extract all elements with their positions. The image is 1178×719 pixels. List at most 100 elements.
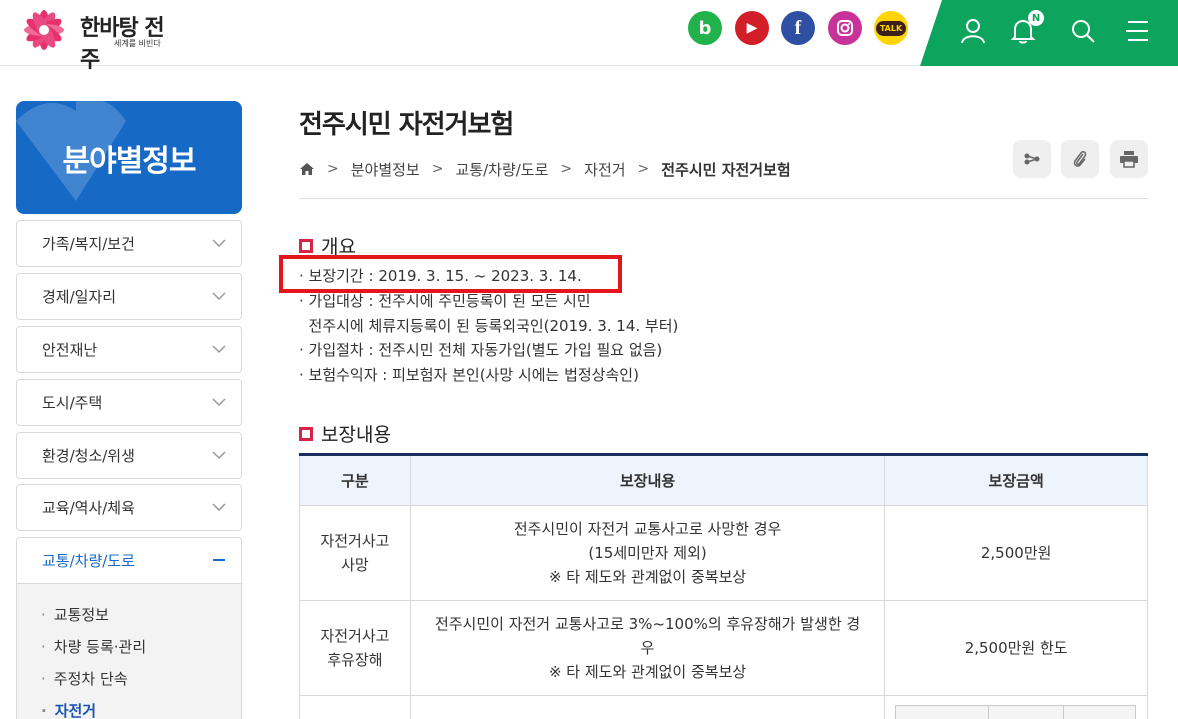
- category-cell: 자전거사고 후유장해: [299, 600, 411, 696]
- sidebar-title-box: 분야별정보: [16, 101, 242, 214]
- chevron-down-icon: [212, 398, 226, 407]
- blog-icon[interactable]: b: [688, 11, 722, 45]
- info-line-procedure: · 가입절차 : 전주시민 전체 자동가입(별도 가입 필요 없음): [299, 341, 663, 359]
- sidebar-item-label: 경제/일자리: [42, 288, 117, 306]
- table-header-row: 구분 보장내용 보장금액: [299, 453, 1148, 506]
- submenu-item-label: 자전거: [54, 702, 97, 719]
- sidebar-item-label: 교통/차량/도로: [42, 552, 135, 570]
- section-title-coverage: 보장내용: [299, 420, 391, 447]
- home-icon[interactable]: [299, 161, 315, 177]
- content-cell: [409, 695, 886, 719]
- breadcrumb: > 분야별정보 > 교통/차량/도로 > 자전거 > 전주시민 자전거보험: [299, 158, 791, 180]
- chevron-down-icon: [212, 239, 226, 248]
- cell-line: 자전거사고: [320, 532, 390, 550]
- breadcrumb-item[interactable]: 분야별정보: [351, 159, 420, 180]
- cell-line: 전주시민이 자전거 교통사고로 3%~100%의 후유장해가 발생한 경: [434, 615, 861, 633]
- table-row: 자전거사고 후유장해 전주시민이 자전거 교통사고로 3%~100%의 후유장해…: [299, 600, 1148, 696]
- chevron-down-icon: [212, 503, 226, 512]
- nested-table-divider: [988, 706, 989, 719]
- sidebar-title: 분야별정보: [62, 143, 197, 179]
- breadcrumb-separator: >: [431, 161, 444, 177]
- sidebar-item-family-welfare[interactable]: 가족/복지/보건: [16, 220, 242, 267]
- sidebar-item-economy-jobs[interactable]: 경제/일자리: [16, 273, 242, 320]
- content-cell: 전주시민이 자전거 교통사고로 3%~100%의 후유장해가 발생한 경 우 ※…: [409, 600, 886, 696]
- cell-line: 자전거사고: [320, 627, 390, 645]
- sidebar-item-environment[interactable]: 환경/청소/위생: [16, 432, 242, 479]
- highlight-box: [279, 255, 622, 293]
- submenu-item-label: 차량 등록·관리: [53, 638, 147, 656]
- sidebar-item-safety-disaster[interactable]: 안전재난: [16, 326, 242, 373]
- site-logo[interactable]: 한바탕 전주 세계를 비빈다: [14, 4, 174, 73]
- breadcrumb-current: 전주시민 자전거보험: [661, 160, 791, 179]
- share-button[interactable]: [1013, 140, 1051, 178]
- category-cell: 자전거사고 사망: [299, 505, 411, 601]
- printer-icon: [1120, 151, 1138, 168]
- square-bullet-icon: [299, 426, 313, 441]
- breadcrumb-separator: >: [327, 161, 339, 177]
- chevron-down-icon: [212, 292, 226, 301]
- youtube-icon[interactable]: ▶: [735, 11, 769, 45]
- cell-line: 전주시민이 자전거 교통사고로 사망한 경우: [513, 520, 782, 538]
- submenu-item-label: 주정차 단속: [53, 670, 128, 688]
- breadcrumb-separator: >: [637, 161, 650, 177]
- instagram-icon[interactable]: [828, 11, 862, 45]
- sidebar-item-label: 안전재난: [42, 341, 98, 359]
- submenu-item-parking[interactable]: · 주정차 단속: [41, 668, 128, 689]
- nested-table-divider: [1063, 706, 1064, 719]
- column-header: 보장내용: [409, 453, 886, 506]
- notification-badge: N: [1028, 10, 1044, 26]
- submenu-item-bicycle[interactable]: · 자전거: [41, 700, 96, 719]
- sidebar-submenu: · 교통정보 · 차량 등록·관리 · 주정차 단속 · 자전거: [16, 584, 242, 719]
- coverage-table: 구분 보장내용 보장금액 자전거사고 사망 전주시민이 자전거 교통사고로 사망…: [299, 453, 1148, 719]
- sidebar-item-transport[interactable]: 교통/차량/도로: [16, 537, 242, 584]
- breadcrumb-item[interactable]: 자전거: [584, 159, 625, 180]
- square-bullet-icon: [299, 238, 313, 253]
- category-cell: [299, 695, 411, 719]
- sidebar-item-label: 가족/복지/보건: [42, 235, 135, 253]
- hamburger-menu-icon[interactable]: [1120, 14, 1154, 48]
- flower-logo-icon: [24, 10, 64, 50]
- cell-line: 우: [640, 639, 655, 657]
- amount-cell: 2,500만원: [884, 505, 1148, 601]
- section-title-text: 보장내용: [321, 424, 391, 446]
- nested-table-partial: [895, 705, 1136, 719]
- cell-line: ※ 타 제도와 관계없이 중복보상: [548, 663, 747, 681]
- user-icon[interactable]: [956, 14, 990, 48]
- logo-subtext: 세계를 비빈다: [114, 39, 161, 48]
- page-title: 전주시민 자전거보험: [299, 110, 514, 140]
- info-line-eligibility: · 가입대상 : 전주시에 주민등록이 된 모든 시민: [299, 292, 591, 310]
- facebook-icon[interactable]: f: [781, 11, 815, 45]
- submenu-item-label: 교통정보: [53, 606, 109, 624]
- info-line-beneficiary: · 보험수익자 : 피보험자 본인(사망 시에는 법정상속인): [299, 366, 639, 384]
- sidebar-item-label: 교육/역사/체육: [42, 499, 135, 517]
- search-icon[interactable]: [1066, 14, 1100, 48]
- cell-line: 후유장해: [327, 651, 383, 669]
- column-header: 보장금액: [884, 453, 1148, 506]
- kakaotalk-icon[interactable]: TALK: [874, 11, 908, 45]
- breadcrumb-separator: >: [560, 161, 573, 177]
- notification-bell-icon[interactable]: N: [1006, 10, 1044, 48]
- sidebar-item-label: 환경/청소/위생: [42, 447, 135, 465]
- info-line-eligibility-foreigners: 전주시에 체류지등록이 된 등록외국인(2019. 3. 14. 부터): [299, 317, 679, 335]
- table-row: 자전거사고 사망 전주시민이 자전거 교통사고로 사망한 경우 (15세미만자 …: [299, 505, 1148, 601]
- site-header: 한바탕 전주 세계를 비빈다 b ▶ f TALK N: [0, 0, 1178, 73]
- column-header: 구분: [299, 453, 411, 506]
- amount-cell: 2,500만원 한도: [884, 600, 1148, 696]
- cell-line: 사망: [341, 556, 369, 574]
- content-cell: 전주시민이 자전거 교통사고로 사망한 경우 (15세미만자 제외) ※ 타 제…: [409, 505, 886, 601]
- cell-line: ※ 타 제도와 관계없이 중복보상: [548, 568, 747, 586]
- breadcrumb-item[interactable]: 교통/차량/도로: [455, 159, 548, 180]
- sidebar-item-education[interactable]: 교육/역사/체육: [16, 484, 242, 531]
- chevron-down-icon: [212, 451, 226, 460]
- chevron-down-icon: [212, 345, 226, 354]
- collapse-minus-icon: [213, 559, 225, 561]
- title-divider: [299, 198, 1148, 199]
- submenu-item-traffic-info[interactable]: · 교통정보: [41, 604, 109, 625]
- paperclip-icon: [1073, 151, 1087, 167]
- sidebar-item-urban-housing[interactable]: 도시/주택: [16, 379, 242, 426]
- cell-line: (15세미만자 제외): [588, 544, 707, 562]
- share-icon: [1024, 153, 1040, 165]
- submenu-item-vehicle[interactable]: · 차량 등록·관리: [41, 636, 146, 657]
- print-button[interactable]: [1110, 140, 1148, 178]
- attachment-button[interactable]: [1061, 140, 1099, 178]
